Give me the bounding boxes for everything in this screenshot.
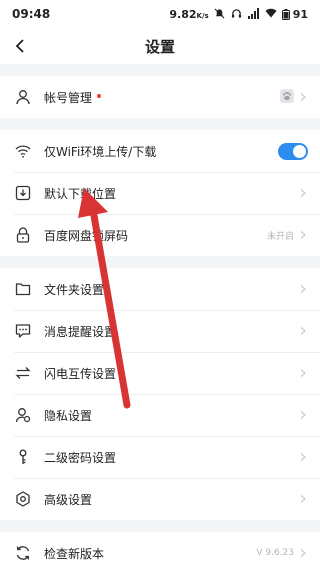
- settings-row-account[interactable]: 帐号管理: [0, 76, 320, 118]
- settings-row-wifi-only: 仅WiFi环境上传/下载: [0, 130, 320, 172]
- download-icon: [14, 184, 32, 202]
- toggle-knob: [293, 144, 306, 158]
- gear-icon: [14, 490, 32, 508]
- settings-row-download-location[interactable]: 默认下载位置: [0, 172, 320, 214]
- key-icon: [14, 448, 32, 466]
- mute-icon: [214, 8, 226, 20]
- status-bar: 09:48 9.82K/s 91: [0, 0, 320, 28]
- privacy-icon: [14, 406, 32, 424]
- settings-row-transfer[interactable]: 闪电互传设置: [0, 352, 320, 394]
- person-icon: [14, 88, 32, 106]
- chevron-right-icon: [300, 411, 306, 419]
- settings-group-account: 帐号管理: [0, 76, 320, 118]
- row-label: 隐私设置: [44, 408, 93, 423]
- folder-icon: [14, 280, 32, 298]
- row-right: [280, 88, 308, 107]
- lock-code-status: 未开启: [266, 231, 294, 242]
- row-label: 百度网盘锁屏码: [44, 228, 129, 243]
- headset-icon: [231, 8, 243, 20]
- chevron-right-icon: [300, 93, 306, 101]
- row-label: 默认下载位置: [44, 186, 117, 201]
- chevron-left-icon: [15, 39, 24, 53]
- row-right: V 9.6.23: [256, 548, 308, 558]
- chevron-right-icon: [300, 285, 306, 293]
- settings-group-transfer: 仅WiFi环境上传/下载 默认下载位置 百度网盘锁屏码 未开启: [0, 130, 320, 256]
- settings-row-advanced[interactable]: 高级设置: [0, 478, 320, 520]
- status-time: 09:48: [12, 7, 51, 21]
- back-button[interactable]: [8, 34, 32, 58]
- chevron-right-icon: [300, 189, 306, 197]
- settings-row-check-update[interactable]: 检查新版本 V 9.6.23: [0, 532, 320, 572]
- row-label: 高级设置: [44, 492, 93, 507]
- settings-row-privacy[interactable]: 隐私设置: [0, 394, 320, 436]
- settings-group-version: 检查新版本 V 9.6.23: [0, 532, 320, 572]
- signal-icon: [247, 8, 260, 20]
- status-icons: 9.82K/s 91: [169, 8, 308, 21]
- version-text: V 9.6.23: [256, 548, 294, 558]
- chevron-right-icon: [300, 549, 306, 557]
- network-speed: 9.82K/s: [169, 7, 209, 21]
- battery-indicator: 91: [281, 8, 308, 21]
- refresh-icon: [14, 544, 32, 562]
- row-label: 检查新版本: [44, 546, 105, 561]
- transfer-icon: [14, 364, 32, 382]
- row-label: 消息提醒设置: [44, 324, 117, 339]
- chevron-right-icon: [300, 369, 306, 377]
- settings-group-general: 文件夹设置 消息提醒设置 闪电互传设置 隐私设置 二级密码设置 高级设置: [0, 268, 320, 520]
- header: 设置: [0, 28, 320, 64]
- settings-row-folder[interactable]: 文件夹设置: [0, 268, 320, 310]
- row-label: 仅WiFi环境上传/下载: [44, 144, 157, 159]
- row-label: 二级密码设置: [44, 450, 117, 465]
- lock-icon: [14, 226, 32, 244]
- settings-row-message[interactable]: 消息提醒设置: [0, 310, 320, 352]
- row-label: 文件夹设置: [44, 282, 105, 297]
- chevron-right-icon: [300, 231, 306, 239]
- settings-row-lock-code[interactable]: 百度网盘锁屏码 未开启: [0, 214, 320, 256]
- message-icon: [14, 322, 32, 340]
- settings-row-second-password[interactable]: 二级密码设置: [0, 436, 320, 478]
- chevron-right-icon: [300, 327, 306, 335]
- chevron-right-icon: [300, 453, 306, 461]
- page-title: 设置: [144, 37, 175, 56]
- paw-icon: [280, 88, 294, 107]
- wifi-only-toggle[interactable]: [278, 142, 308, 160]
- row-label: 帐号管理: [44, 89, 280, 106]
- notification-dot: [97, 94, 102, 98]
- row-label: 闪电互传设置: [44, 366, 117, 381]
- row-right: 未开启: [267, 229, 308, 242]
- wifi-status-icon: [265, 8, 277, 20]
- chevron-right-icon: [300, 495, 306, 503]
- wifi-icon: [14, 142, 32, 160]
